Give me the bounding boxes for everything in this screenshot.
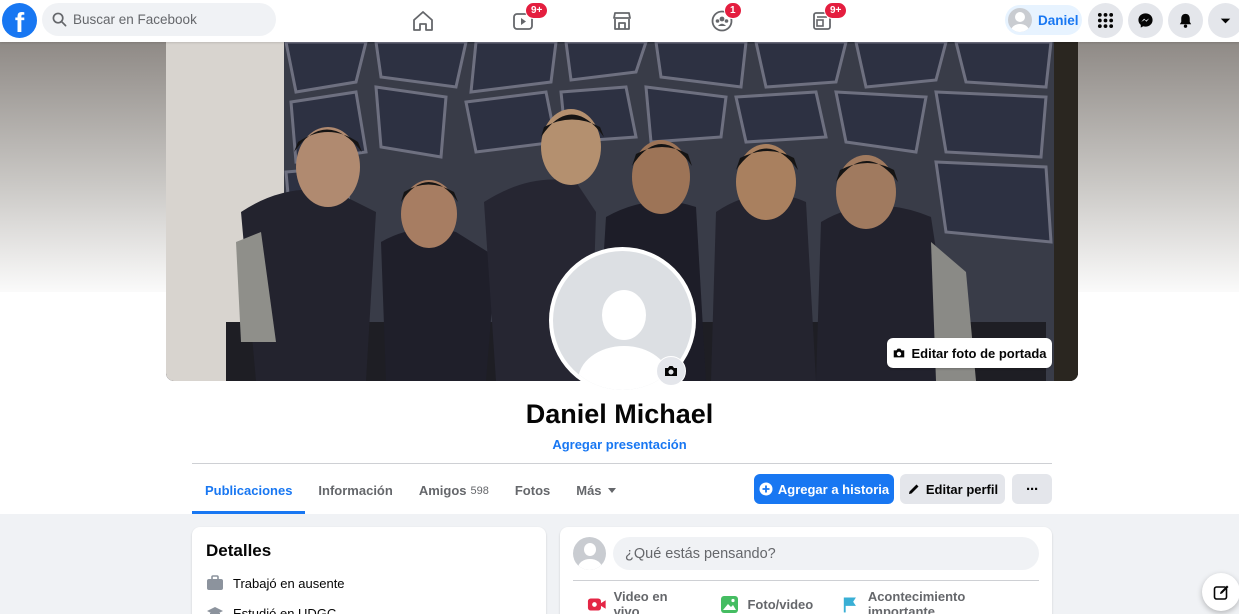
graduation-cap-icon bbox=[207, 607, 223, 614]
nav-marketplace[interactable] bbox=[607, 6, 637, 36]
tab-posts[interactable]: Publicaciones bbox=[192, 466, 306, 514]
compose-icon bbox=[1213, 585, 1228, 600]
photo-video-button[interactable]: Foto/video bbox=[705, 589, 827, 614]
tab-about[interactable]: Información bbox=[305, 466, 405, 514]
messenger-icon bbox=[1138, 13, 1153, 28]
edit-cover-photo-button[interactable]: Editar foto de portada bbox=[887, 338, 1052, 368]
live-video-button[interactable]: Video en vivo bbox=[573, 589, 705, 614]
divider bbox=[573, 580, 1039, 581]
photo-video-icon bbox=[721, 595, 739, 613]
caret-down-icon bbox=[607, 487, 616, 493]
gaming-badge: 9+ bbox=[824, 2, 848, 19]
menu-grid-icon bbox=[1097, 12, 1114, 29]
user-name: Daniel bbox=[1038, 12, 1079, 28]
account-caret-icon bbox=[1220, 18, 1231, 24]
add-to-story-button[interactable]: Agregar a historia bbox=[754, 474, 894, 504]
briefcase-icon bbox=[207, 575, 223, 590]
more-options-icon: ··· bbox=[1026, 480, 1039, 498]
search-input[interactable] bbox=[73, 12, 263, 27]
pencil-icon bbox=[908, 484, 919, 494]
avatar[interactable] bbox=[573, 537, 606, 570]
profile-name: Daniel Michael bbox=[525, 399, 714, 429]
update-profile-picture-button[interactable] bbox=[656, 356, 686, 386]
profile-shortcut[interactable]: Daniel bbox=[1005, 5, 1082, 35]
menu-button[interactable] bbox=[1088, 3, 1123, 38]
whats-on-your-mind-input[interactable]: ¿Qué estás pensando? bbox=[613, 537, 1039, 570]
messenger-button[interactable] bbox=[1128, 3, 1163, 38]
live-video-icon bbox=[587, 597, 606, 611]
nav-gaming[interactable]: 9+ bbox=[807, 2, 848, 36]
notifications-bell-icon bbox=[1179, 13, 1192, 28]
divider bbox=[192, 463, 1052, 464]
details-title: Detalles bbox=[206, 541, 272, 560]
top-navigation-bar: f 9+ 1 9+ Daniel bbox=[0, 0, 1239, 42]
edit-profile-button[interactable]: Editar perfil bbox=[900, 474, 1005, 504]
groups-badge: 1 bbox=[724, 2, 742, 19]
search-icon bbox=[52, 12, 67, 27]
camera-icon bbox=[665, 366, 677, 376]
nav-groups[interactable]: 1 bbox=[707, 2, 742, 36]
account-button[interactable] bbox=[1208, 3, 1239, 38]
detail-education: Estudió en UDGC bbox=[206, 605, 532, 614]
more-options-button[interactable]: ··· bbox=[1012, 474, 1052, 504]
profile-tabs: Publicaciones Información Amigos 598 Foto… bbox=[192, 466, 629, 514]
detail-work: Trabajó en ausente bbox=[206, 575, 532, 591]
edit-cover-label: Editar foto de portada bbox=[911, 345, 1047, 361]
avatar bbox=[1008, 8, 1032, 32]
tab-more[interactable]: Más bbox=[563, 466, 628, 514]
notifications-button[interactable] bbox=[1168, 3, 1203, 38]
add-intro-link[interactable]: Agregar presentación bbox=[0, 437, 1239, 452]
life-event-button[interactable]: Acontecimiento importante bbox=[827, 589, 1039, 614]
facebook-logo-icon[interactable]: f bbox=[2, 3, 37, 38]
new-message-button[interactable] bbox=[1202, 573, 1239, 611]
friends-count: 598 bbox=[470, 485, 489, 497]
details-card: Detalles Trabajó en ausente Estudió en U… bbox=[192, 527, 546, 614]
flag-icon bbox=[844, 596, 857, 612]
composer-actions: Video en vivo Foto/video Acontecimiento … bbox=[573, 589, 1039, 614]
tab-friends[interactable]: Amigos 598 bbox=[406, 466, 502, 514]
store-icon bbox=[613, 12, 631, 30]
post-composer: ¿Qué estás pensando? Video en vivo Foto/… bbox=[560, 527, 1052, 614]
nav-watch[interactable]: 9+ bbox=[508, 2, 549, 36]
watch-badge: 9+ bbox=[525, 2, 549, 19]
home-icon bbox=[413, 11, 433, 31]
search-box[interactable] bbox=[42, 3, 276, 36]
nav-home[interactable] bbox=[408, 6, 438, 36]
plus-circle-icon bbox=[759, 482, 773, 496]
camera-icon bbox=[894, 348, 905, 358]
tab-photos[interactable]: Fotos bbox=[502, 466, 563, 514]
